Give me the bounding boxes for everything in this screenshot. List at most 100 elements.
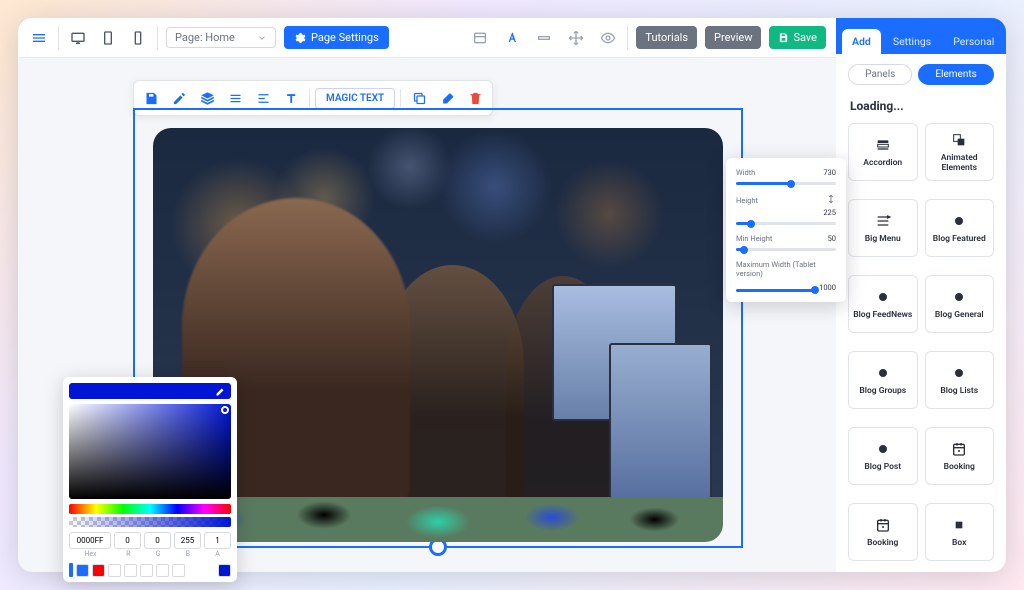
- preview-button[interactable]: Preview: [705, 26, 761, 49]
- sidebar-subtab-elements[interactable]: Elements: [918, 64, 993, 85]
- sidebar-tab-settings[interactable]: Settings: [883, 29, 941, 54]
- gear-icon: [294, 32, 306, 44]
- page-selector-label: Page: Home: [175, 31, 249, 44]
- save-label: Save: [793, 31, 817, 44]
- element-animated-elements[interactable]: Animated Elements: [925, 123, 995, 181]
- color-swatches: [69, 563, 231, 577]
- width-slider[interactable]: [736, 182, 836, 185]
- height-value: 225: [823, 208, 836, 217]
- element-label: Blog General: [935, 311, 984, 320]
- element-label: Accordion: [863, 159, 902, 168]
- sidebar-heading: Loading...: [836, 95, 1006, 123]
- b-input[interactable]: 255: [174, 532, 201, 549]
- elements-grid: Accordion Animated Elements Big Menu Blog F…: [836, 123, 1006, 572]
- text-tool-icon[interactable]: [501, 27, 523, 49]
- element-blog-featured[interactable]: Blog Featured: [925, 199, 995, 257]
- maxwidth-value: 1000: [819, 283, 836, 292]
- alpha-slider[interactable]: [69, 517, 231, 527]
- canvas[interactable]: MAGIC TEXT Width 730: [18, 58, 836, 572]
- desktop-icon[interactable]: [67, 27, 89, 49]
- element-label: Blog Groups: [859, 387, 906, 396]
- element-label: Booking: [944, 463, 975, 472]
- element-box[interactable]: Box: [925, 503, 995, 561]
- swatch[interactable]: [76, 564, 89, 577]
- color-picker: 0000FF 0 0 255 1 Hex R G B A: [63, 377, 237, 582]
- move-icon[interactable]: [565, 27, 587, 49]
- menu-icon[interactable]: [28, 27, 50, 49]
- row-icon[interactable]: [533, 27, 555, 49]
- hue-slider[interactable]: [69, 504, 231, 514]
- calendar-icon: [950, 440, 968, 458]
- maxwidth-slider[interactable]: [736, 289, 815, 292]
- eye-icon[interactable]: [597, 27, 619, 49]
- sidebar: AddSettingsPersonal Panels Elements Loadi…: [836, 18, 1006, 572]
- element-blog-general[interactable]: Blog General: [925, 275, 995, 333]
- page-settings-label: Page Settings: [311, 31, 379, 44]
- swatch[interactable]: [156, 564, 169, 577]
- width-value: 730: [823, 168, 836, 177]
- tablet-icon[interactable]: [97, 27, 119, 49]
- dot-icon: [874, 288, 892, 306]
- color-picker-header[interactable]: [69, 383, 231, 399]
- element-big-menu[interactable]: Big Menu: [848, 199, 918, 257]
- height-slider[interactable]: [736, 222, 836, 225]
- animated-icon: [950, 131, 968, 149]
- dot-icon: [874, 364, 892, 382]
- g-input[interactable]: 0: [144, 532, 171, 549]
- layout-icon[interactable]: [469, 27, 491, 49]
- accordion-icon: [874, 136, 892, 154]
- size-panel: Width730 Height 225 Min Height50 Maximum…: [726, 158, 846, 302]
- mobile-icon[interactable]: [127, 27, 149, 49]
- sidebar-subtabs: Panels Elements: [836, 54, 1006, 95]
- element-label: Big Menu: [865, 235, 901, 244]
- minheight-slider[interactable]: [736, 248, 836, 251]
- element-label: Animated Elements: [926, 154, 994, 173]
- chevron-down-icon: [257, 33, 267, 43]
- width-label: Width: [736, 168, 755, 177]
- element-booking[interactable]: Booking: [925, 427, 995, 485]
- dot-icon: [950, 364, 968, 382]
- sidebar-tab-add[interactable]: Add: [842, 29, 881, 54]
- element-label: Blog Lists: [940, 387, 978, 396]
- element-blog-groups[interactable]: Blog Groups: [848, 351, 918, 409]
- tutorials-button[interactable]: Tutorials: [636, 26, 697, 49]
- magic-text-button[interactable]: MAGIC TEXT: [315, 88, 395, 109]
- minheight-value: 50: [828, 234, 836, 243]
- dot-icon: [950, 288, 968, 306]
- eyedropper-icon: [215, 385, 227, 397]
- a-input[interactable]: 1: [204, 532, 231, 549]
- swatch[interactable]: [172, 564, 185, 577]
- auto-height-icon: [826, 194, 836, 204]
- current-color-swatch: [218, 564, 231, 577]
- hex-input[interactable]: 0000FF: [69, 532, 111, 549]
- element-label: Booking: [867, 539, 898, 548]
- save-button[interactable]: Save: [769, 26, 826, 49]
- element-blog-post[interactable]: Blog Post: [848, 427, 918, 485]
- sidebar-subtab-panels[interactable]: Panels: [848, 64, 912, 85]
- element-booking[interactable]: Booking: [848, 503, 918, 561]
- element-accordion[interactable]: Accordion: [848, 123, 918, 181]
- save-icon: [778, 32, 789, 43]
- r-input[interactable]: 0: [114, 532, 141, 549]
- dot-icon: [950, 212, 968, 230]
- topbar: Page: Home Page Settings Tutorials Previ…: [18, 18, 836, 58]
- square-icon: [950, 516, 968, 534]
- element-blog-lists[interactable]: Blog Lists: [925, 351, 995, 409]
- element-blog-feednews[interactable]: Blog FeedNews: [848, 275, 918, 333]
- hero-image[interactable]: [153, 128, 723, 518]
- sidebar-tab-personal[interactable]: Personal: [943, 29, 1004, 54]
- page-settings-button[interactable]: Page Settings: [284, 26, 389, 49]
- height-label: Height: [736, 196, 758, 205]
- swatch[interactable]: [108, 564, 121, 577]
- element-label: Blog FeedNews: [853, 311, 912, 320]
- calendar-icon: [874, 516, 892, 534]
- swatch[interactable]: [140, 564, 153, 577]
- page-selector[interactable]: Page: Home: [166, 27, 276, 48]
- saturation-gradient[interactable]: [69, 404, 231, 499]
- dot-icon: [874, 440, 892, 458]
- swatch[interactable]: [124, 564, 137, 577]
- element-label: Blog Featured: [933, 235, 986, 244]
- swatch[interactable]: [92, 564, 105, 577]
- sidebar-tabs: AddSettingsPersonal: [836, 18, 1006, 54]
- element-label: Box: [952, 539, 966, 548]
